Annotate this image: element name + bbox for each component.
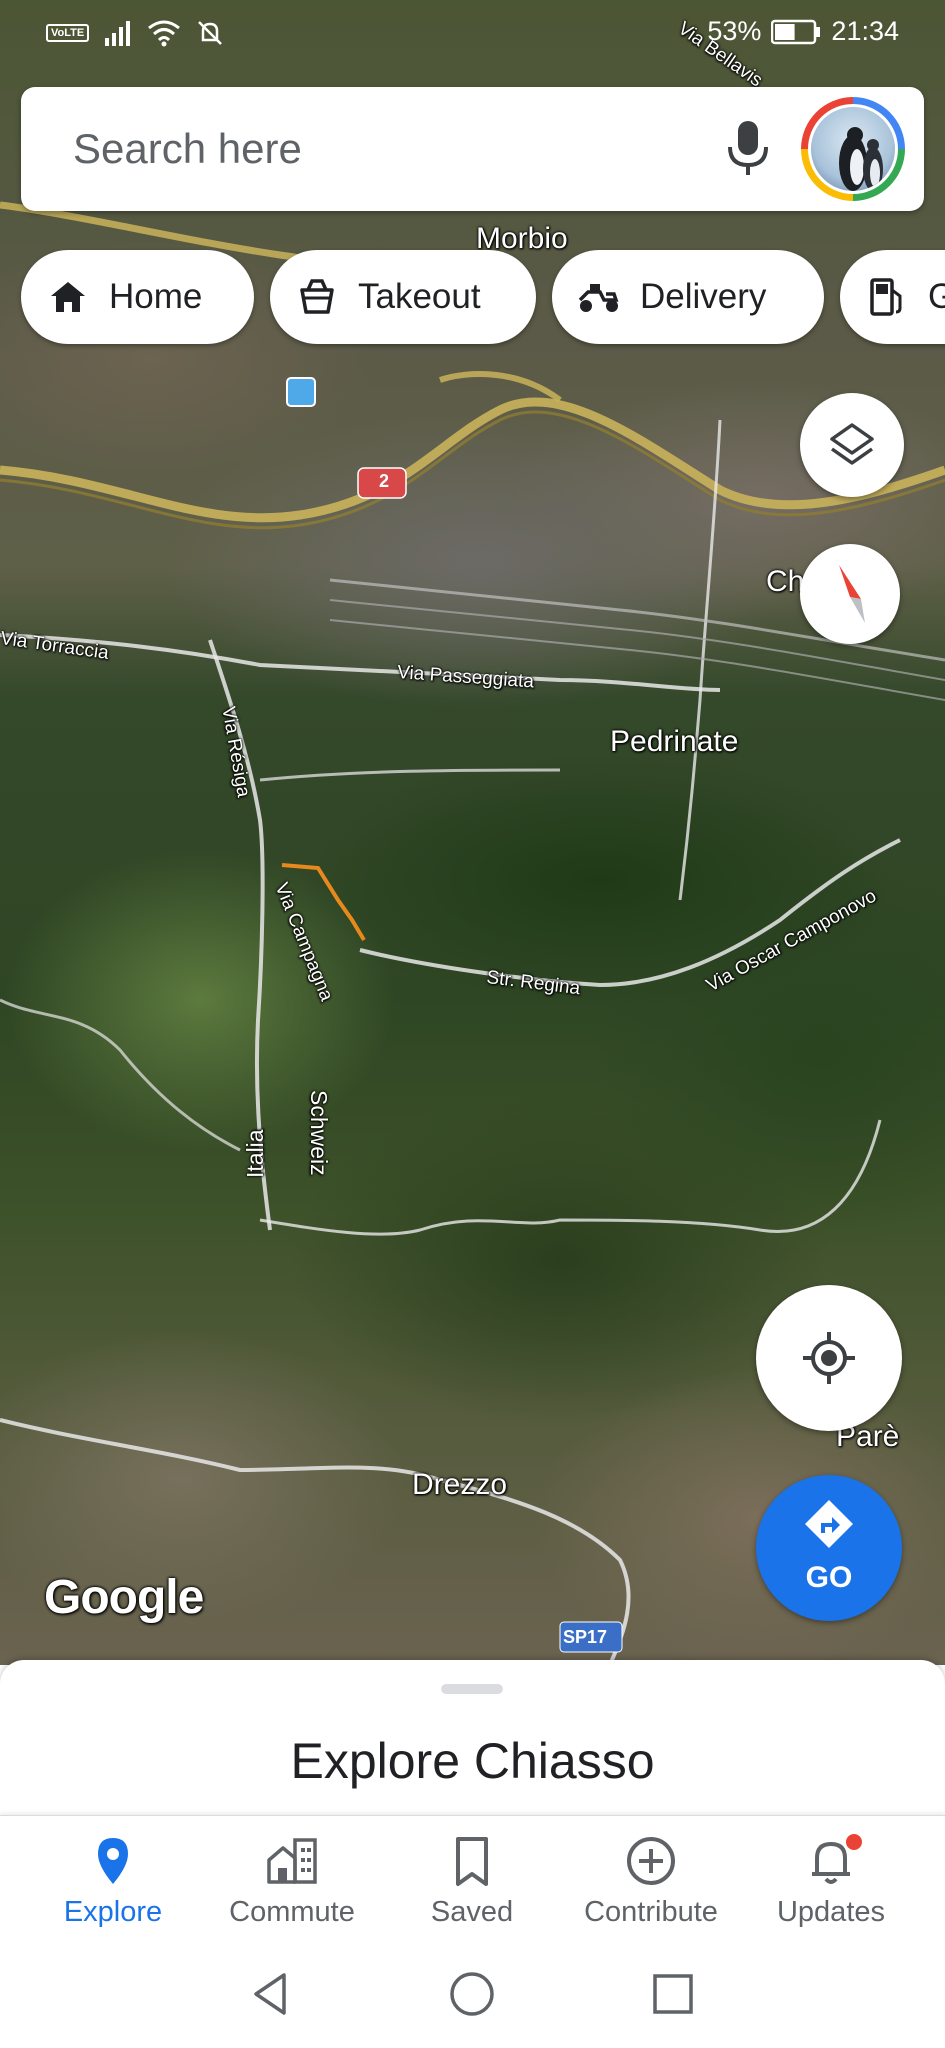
volte-badge: VoLTE xyxy=(46,24,90,42)
gas-station-icon xyxy=(870,278,902,316)
clock: 21:34 xyxy=(831,16,899,46)
my-location-button[interactable] xyxy=(756,1285,902,1431)
my-location-icon xyxy=(803,1332,855,1384)
back-icon[interactable] xyxy=(246,1969,296,2019)
layers-button[interactable] xyxy=(800,393,904,497)
system-navigation-bar xyxy=(0,1945,945,2048)
explore-bottom-sheet[interactable]: Explore Chiasso xyxy=(0,1660,945,1820)
delivery-icon xyxy=(578,284,619,312)
nav-commute[interactable]: Commute xyxy=(202,1816,382,1946)
chip-home[interactable]: Home xyxy=(21,250,254,344)
sheet-title: Explore Chiasso xyxy=(290,1733,655,1789)
microphone-icon[interactable] xyxy=(721,117,775,181)
signal-icon xyxy=(105,21,131,46)
directions-icon xyxy=(805,1500,853,1548)
bottom-nav: Explore Commute Saved Contribute Updates xyxy=(0,1815,945,1945)
status-bar: VoLTE 53% 21:34 xyxy=(0,0,945,66)
chip-label: Takeout xyxy=(358,277,481,316)
google-logo: Google xyxy=(44,1571,204,1624)
nav-label: Commute xyxy=(229,1896,355,1928)
bell-off-icon xyxy=(198,21,223,45)
takeout-icon xyxy=(300,279,334,314)
go-button[interactable]: GO xyxy=(756,1475,902,1621)
penguin-photo-icon xyxy=(839,127,883,191)
layers-icon xyxy=(830,423,874,465)
search-bar[interactable]: Search here xyxy=(21,87,924,211)
chip-label: Delivery xyxy=(640,277,767,316)
route-2-shield-label: 2 xyxy=(378,471,389,491)
chip-label: Home xyxy=(109,277,203,316)
nav-contribute[interactable]: Contribute xyxy=(561,1816,741,1946)
chip-label: G xyxy=(928,277,945,316)
explore-pin-icon xyxy=(98,1838,128,1884)
nav-saved[interactable]: Saved xyxy=(382,1816,562,1946)
bookmark-icon xyxy=(456,1837,488,1886)
nav-label: Contribute xyxy=(584,1896,718,1928)
wifi-icon xyxy=(148,20,181,47)
go-label: GO xyxy=(805,1561,853,1594)
screen: Via Bellavis Morbio Ch Via Torraccia Via… xyxy=(0,0,945,2048)
compass-button[interactable] xyxy=(800,544,900,644)
home-circle-icon[interactable] xyxy=(447,1969,497,2019)
chip-gas[interactable]: G xyxy=(840,250,945,344)
avatar[interactable] xyxy=(801,97,905,201)
commute-icon xyxy=(267,1838,317,1884)
map-label-chiasso: Ch xyxy=(766,565,805,598)
map-label-pedrinate: Pedrinate xyxy=(610,725,739,758)
battery-percent: 53% xyxy=(707,16,762,46)
search-input[interactable]: Search here xyxy=(73,125,302,173)
map-label-schweiz: Schweiz xyxy=(306,1090,332,1176)
nav-updates[interactable]: Updates xyxy=(741,1816,921,1946)
map-label-drezzo: Drezzo xyxy=(412,1468,508,1501)
add-circle-icon xyxy=(627,1837,675,1885)
recents-icon[interactable] xyxy=(648,1969,698,2019)
sheet-drag-handle[interactable] xyxy=(441,1684,503,1694)
profile-picture xyxy=(808,104,898,194)
nav-label: Saved xyxy=(430,1896,514,1928)
chip-takeout[interactable]: Takeout xyxy=(270,250,536,344)
nav-explore[interactable]: Explore xyxy=(23,1816,203,1946)
nav-label: Updates xyxy=(776,1896,885,1928)
sp17-shield-label: SP17 xyxy=(563,1627,608,1647)
compass-icon xyxy=(839,565,865,623)
notification-dot xyxy=(844,1832,864,1852)
map-label-italia: Italia xyxy=(242,1129,268,1178)
chip-delivery[interactable]: Delivery xyxy=(552,250,824,344)
battery-icon xyxy=(771,19,821,44)
nav-label: Explore xyxy=(63,1896,163,1928)
home-icon xyxy=(51,282,85,312)
